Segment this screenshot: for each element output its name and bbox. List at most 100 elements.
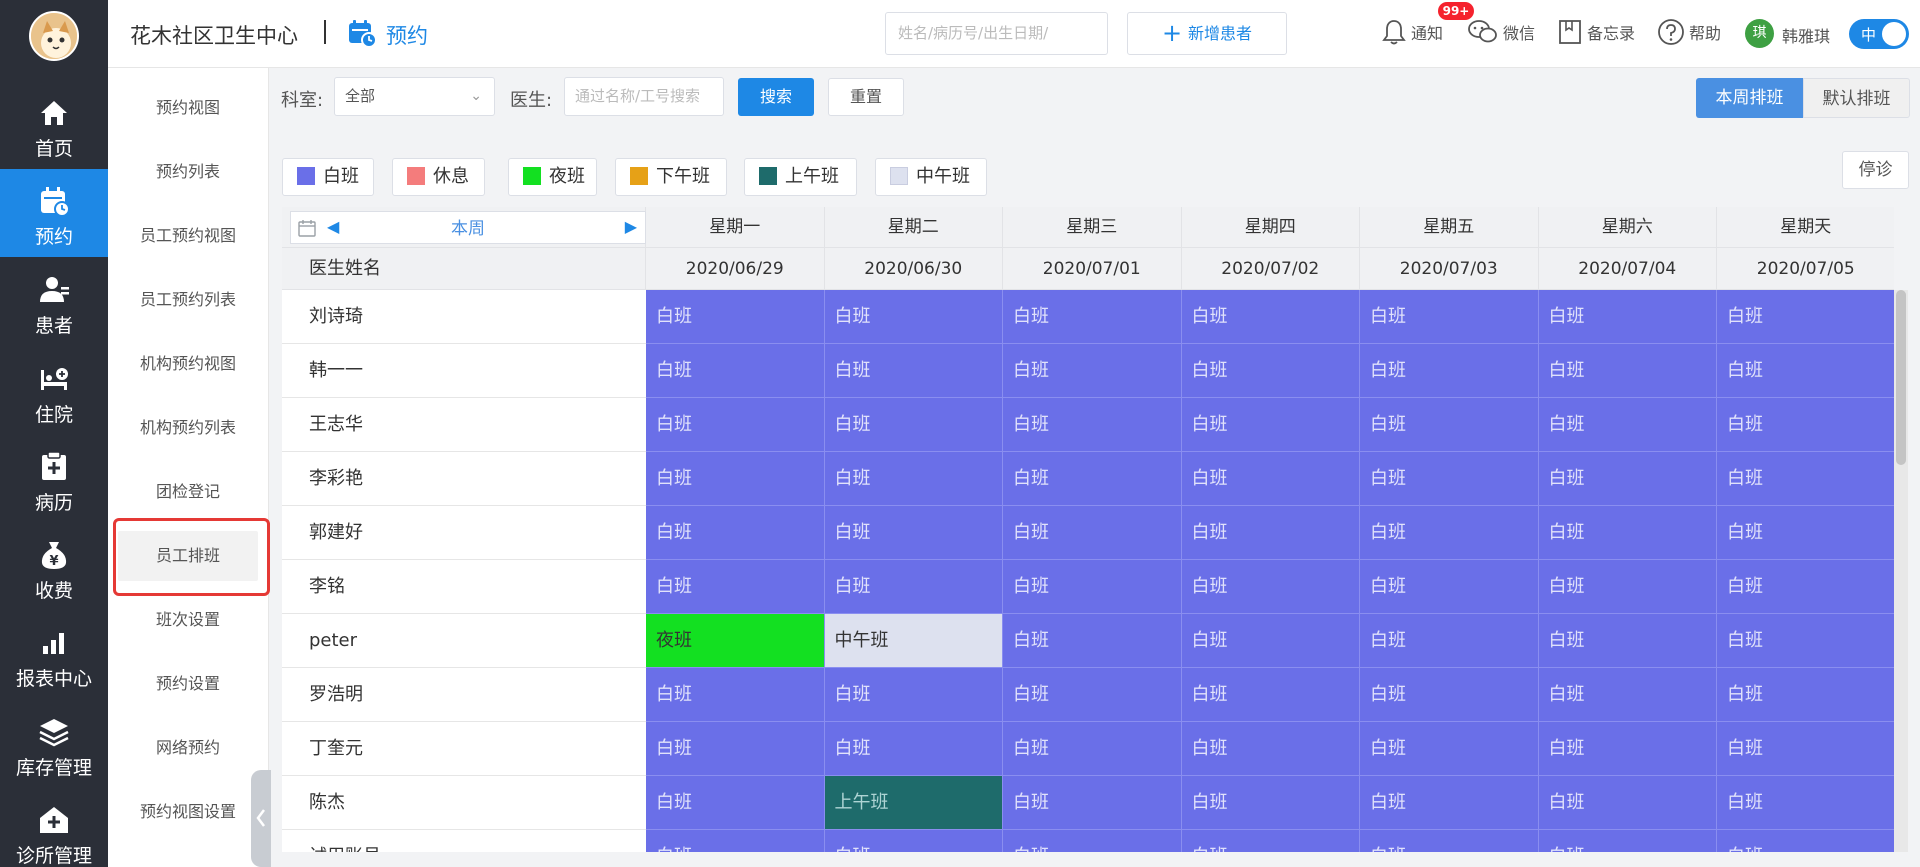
shift-cell[interactable]: 白班 bbox=[1181, 290, 1360, 344]
submenu-item[interactable]: 预约视图 bbox=[108, 83, 268, 133]
submenu-item[interactable]: 员工预约视图 bbox=[108, 211, 268, 261]
shift-cell[interactable]: 白班 bbox=[1181, 722, 1360, 776]
shift-cell[interactable]: 白班 bbox=[1717, 506, 1894, 560]
nav-item-reports[interactable]: 报表中心 bbox=[0, 611, 108, 699]
nav-item-inpatient[interactable]: 住院 bbox=[0, 347, 108, 435]
notify-button[interactable]: 通知 bbox=[1381, 18, 1443, 50]
shift-cell[interactable]: 白班 bbox=[1538, 776, 1717, 830]
dept-select[interactable]: 全部 ⌄ bbox=[334, 77, 495, 116]
submenu-item[interactable]: 团检登记 bbox=[108, 467, 268, 517]
help-button[interactable]: 帮助 bbox=[1657, 18, 1721, 50]
shift-cell[interactable]: 白班 bbox=[824, 668, 1003, 722]
nav-item-records[interactable]: 病历 bbox=[0, 435, 108, 523]
shift-cell[interactable]: 白班 bbox=[824, 344, 1003, 398]
scrollbar-thumb[interactable] bbox=[1896, 290, 1906, 465]
nav-item-home[interactable]: 首页 bbox=[0, 81, 108, 169]
shift-cell[interactable]: 白班 bbox=[646, 776, 825, 830]
shift-cell[interactable]: 白班 bbox=[1360, 668, 1539, 722]
shift-cell[interactable]: 白班 bbox=[1717, 452, 1894, 506]
shift-cell[interactable]: 白班 bbox=[1360, 776, 1539, 830]
nav-item-appointment[interactable]: 预约 bbox=[0, 169, 108, 257]
wechat-button[interactable]: 微信 bbox=[1467, 18, 1535, 50]
shift-cell[interactable]: 白班 bbox=[1360, 560, 1539, 614]
shift-cell[interactable]: 白班 bbox=[646, 560, 825, 614]
shift-cell[interactable]: 白班 bbox=[646, 452, 825, 506]
search-button[interactable]: 搜索 bbox=[738, 78, 814, 116]
shift-cell[interactable]: 白班 bbox=[1538, 722, 1717, 776]
shift-cell[interactable]: 白班 bbox=[1181, 668, 1360, 722]
submenu-item[interactable]: 班次设置 bbox=[108, 595, 268, 645]
submenu-item[interactable]: 网络预约 bbox=[108, 723, 268, 773]
shift-cell[interactable]: 白班 bbox=[1360, 452, 1539, 506]
shift-cell[interactable]: 白班 bbox=[1181, 614, 1360, 668]
user-name[interactable]: 韩雅琪 bbox=[1782, 23, 1830, 47]
shift-cell[interactable]: 白班 bbox=[1003, 668, 1182, 722]
shift-cell[interactable]: 白班 bbox=[1717, 614, 1894, 668]
shift-cell[interactable]: 白班 bbox=[1181, 398, 1360, 452]
shift-cell[interactable]: 白班 bbox=[824, 452, 1003, 506]
stop-clinic-button[interactable]: 停诊 bbox=[1842, 151, 1909, 189]
shift-cell[interactable]: 白班 bbox=[1360, 830, 1539, 852]
shift-cell[interactable]: 白班 bbox=[646, 668, 825, 722]
shift-cell[interactable]: 白班 bbox=[1538, 560, 1717, 614]
shift-cell[interactable]: 白班 bbox=[1717, 668, 1894, 722]
shift-cell[interactable]: 白班 bbox=[1360, 614, 1539, 668]
shift-cell[interactable]: 白班 bbox=[1538, 344, 1717, 398]
new-patient-button[interactable]: + 新增患者 bbox=[1127, 12, 1287, 55]
shift-cell[interactable]: 白班 bbox=[1538, 290, 1717, 344]
shift-cell[interactable]: 白班 bbox=[1360, 290, 1539, 344]
shift-cell[interactable]: 白班 bbox=[1181, 506, 1360, 560]
shift-cell[interactable]: 白班 bbox=[1360, 398, 1539, 452]
shift-cell[interactable]: 白班 bbox=[1717, 290, 1894, 344]
submenu-item[interactable]: 机构预约列表 bbox=[108, 403, 268, 453]
shift-cell[interactable]: 白班 bbox=[1538, 398, 1717, 452]
shift-cell[interactable]: 白班 bbox=[646, 506, 825, 560]
nav-item-patient[interactable]: 患者 bbox=[0, 258, 108, 346]
submenu-item[interactable]: 预约视图设置 bbox=[108, 787, 268, 837]
next-week-button[interactable]: ▶ bbox=[625, 217, 637, 236]
shift-cell[interactable]: 白班 bbox=[1717, 560, 1894, 614]
reset-button[interactable]: 重置 bbox=[828, 78, 904, 116]
shift-cell[interactable]: 白班 bbox=[1360, 506, 1539, 560]
shift-cell[interactable]: 白班 bbox=[824, 830, 1003, 852]
shift-cell[interactable]: 白班 bbox=[824, 560, 1003, 614]
shift-cell[interactable]: 白班 bbox=[824, 290, 1003, 344]
shift-cell[interactable]: 白班 bbox=[1003, 830, 1182, 852]
shift-cell[interactable]: 白班 bbox=[1003, 560, 1182, 614]
shift-cell[interactable]: 白班 bbox=[1181, 830, 1360, 852]
shift-cell[interactable]: 中午班 bbox=[824, 614, 1003, 668]
shift-cell[interactable]: 白班 bbox=[1003, 506, 1182, 560]
patient-search-input[interactable]: 姓名/病历号/出生日期/ bbox=[885, 12, 1108, 55]
doctor-search-input[interactable]: 通过名称/工号搜索 bbox=[564, 77, 724, 116]
shift-cell[interactable]: 白班 bbox=[1003, 776, 1182, 830]
default-schedule-tab[interactable]: 默认排班 bbox=[1803, 78, 1910, 118]
nav-item-billing[interactable]: ¥ 收费 bbox=[0, 523, 108, 611]
shift-cell[interactable]: 白班 bbox=[1717, 722, 1894, 776]
shift-cell[interactable]: 白班 bbox=[824, 722, 1003, 776]
shift-cell[interactable]: 白班 bbox=[1003, 290, 1182, 344]
shift-cell[interactable]: 白班 bbox=[1717, 830, 1894, 852]
shift-cell[interactable]: 白班 bbox=[1538, 668, 1717, 722]
shift-cell[interactable]: 白班 bbox=[646, 830, 825, 852]
shift-cell[interactable]: 白班 bbox=[824, 506, 1003, 560]
shift-cell[interactable]: 白班 bbox=[1181, 344, 1360, 398]
submenu-item[interactable]: 预约列表 bbox=[108, 147, 268, 197]
submenu-item[interactable]: 机构预约视图 bbox=[108, 339, 268, 389]
shift-cell[interactable]: 白班 bbox=[1717, 776, 1894, 830]
shift-cell[interactable]: 白班 bbox=[1003, 398, 1182, 452]
language-toggle[interactable]: 中 bbox=[1849, 19, 1909, 49]
grid-scrollbar[interactable] bbox=[1894, 290, 1908, 852]
user-avatar-image[interactable] bbox=[29, 11, 79, 61]
submenu-item[interactable]: 预约设置 bbox=[108, 659, 268, 709]
shift-cell[interactable]: 白班 bbox=[1003, 614, 1182, 668]
shift-cell[interactable]: 上午班 bbox=[824, 776, 1003, 830]
shift-cell[interactable]: 白班 bbox=[1003, 452, 1182, 506]
shift-cell[interactable]: 白班 bbox=[1181, 560, 1360, 614]
nav-item-inventory[interactable]: 库存管理 bbox=[0, 700, 108, 788]
shift-cell[interactable]: 白班 bbox=[646, 344, 825, 398]
shift-cell[interactable]: 白班 bbox=[1538, 614, 1717, 668]
shift-cell[interactable]: 白班 bbox=[1181, 452, 1360, 506]
shift-cell[interactable]: 白班 bbox=[824, 398, 1003, 452]
submenu-item[interactable]: 员工预约列表 bbox=[108, 275, 268, 325]
shift-cell[interactable]: 白班 bbox=[1717, 398, 1894, 452]
